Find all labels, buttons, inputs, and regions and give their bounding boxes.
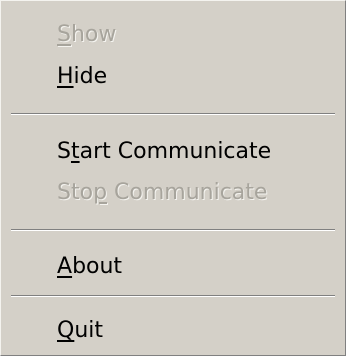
menu-separator: [11, 229, 335, 231]
menu-item-start-rest: art Communicate: [79, 139, 272, 164]
menu-item-show-rest: how: [70, 22, 117, 47]
menu-item-about-mnemonic: A: [57, 254, 73, 279]
menu-item-quit-mnemonic: Q: [57, 318, 75, 343]
menu-item-start-mnemonic: t: [70, 139, 80, 164]
menu-item-stop-mnemonic: p: [93, 180, 108, 205]
menu-item-hide[interactable]: Hide: [1, 57, 345, 97]
menu-item-stop-prefix: Sto: [57, 180, 94, 205]
menu-item-hide-rest: ide: [73, 64, 108, 89]
menu-item-quit-rest: uit: [74, 318, 104, 343]
menu-item-start-prefix: S: [57, 139, 71, 164]
menu-item-show-mnemonic: S: [57, 22, 71, 47]
menu-item-about-rest: bout: [72, 254, 123, 279]
menu-item-quit[interactable]: Quit: [1, 311, 345, 351]
menu-item-stop-communicate: Stop Communicate: [1, 173, 345, 213]
menu-item-about[interactable]: About: [1, 247, 345, 287]
menu-separator: [11, 113, 335, 115]
context-menu: Show Hide Start Communicate Stop Communi…: [0, 0, 346, 356]
menu-item-stop-rest: Communicate: [107, 180, 268, 205]
menu-separator: [11, 295, 335, 297]
menu-item-show: Show: [1, 15, 345, 55]
menu-item-hide-mnemonic: H: [57, 64, 74, 89]
menu-item-start-communicate[interactable]: Start Communicate: [1, 132, 345, 172]
